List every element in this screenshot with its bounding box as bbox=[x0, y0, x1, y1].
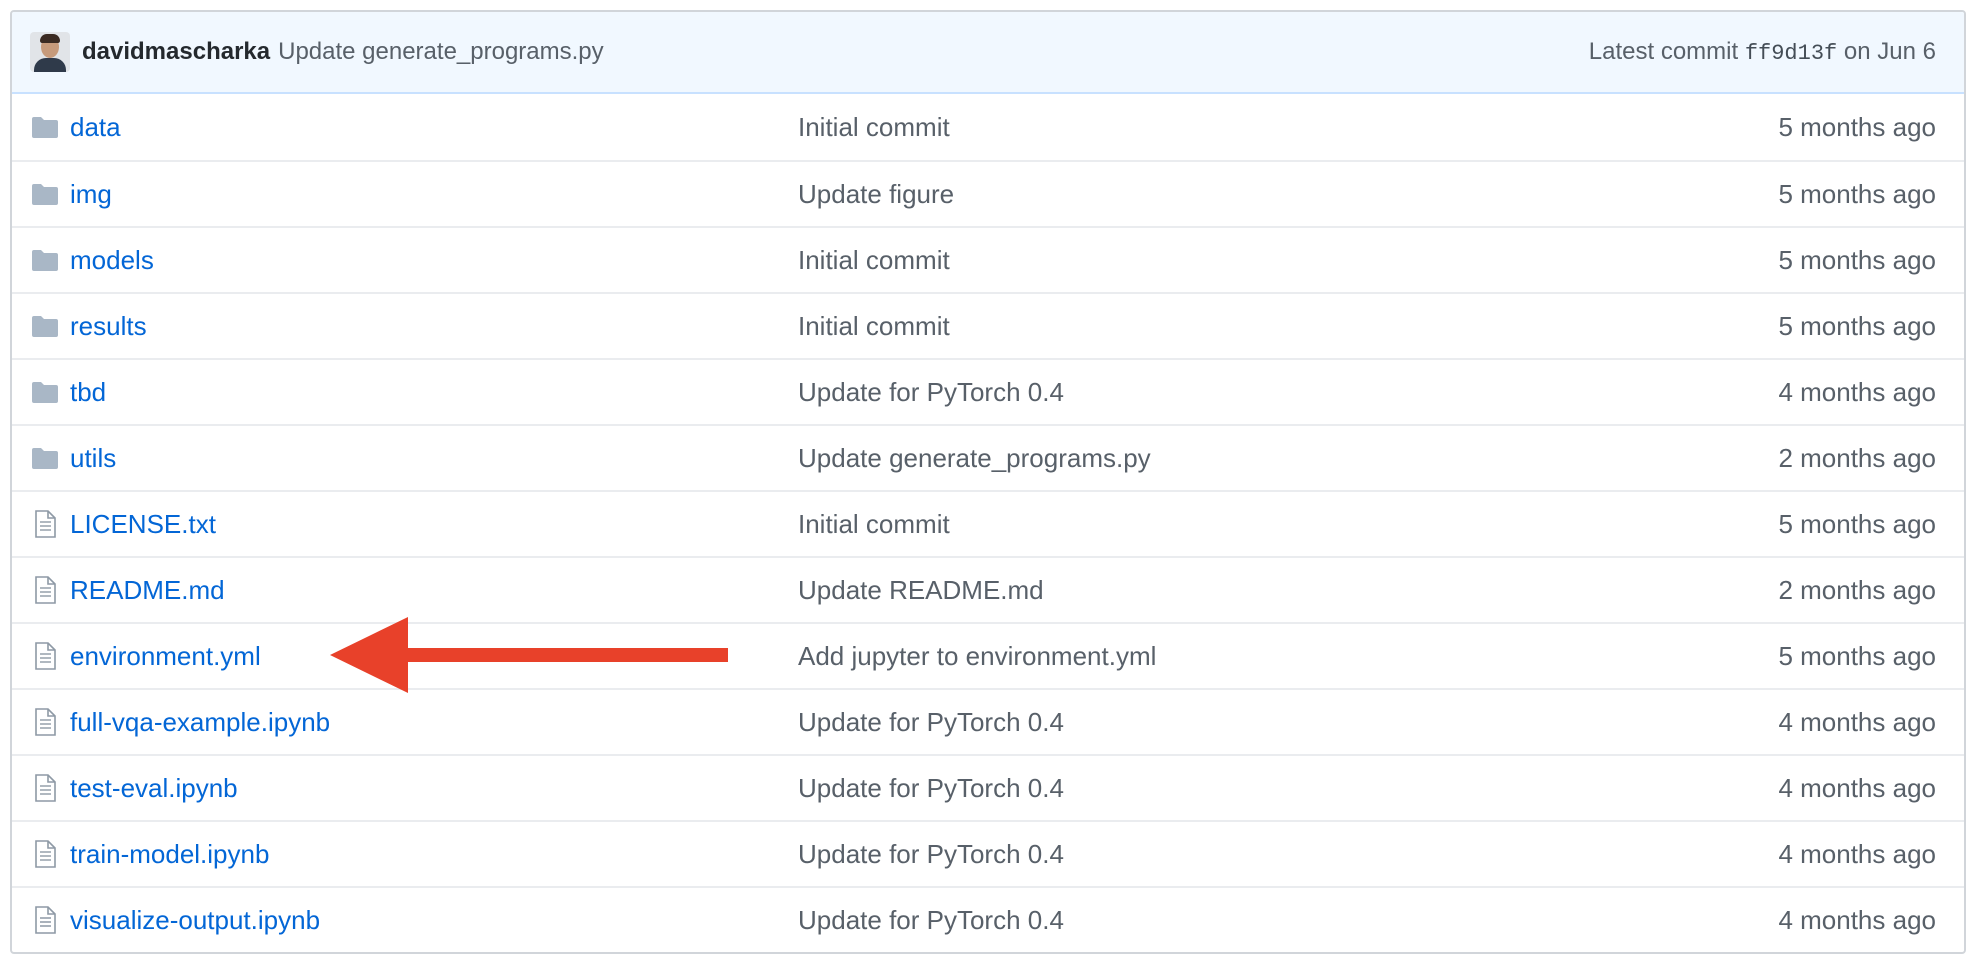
commit-message-link[interactable]: Update figure bbox=[798, 179, 1778, 210]
file-table: davidmascharka Update generate_programs.… bbox=[10, 10, 1966, 954]
commit-age: 4 months ago bbox=[1778, 904, 1936, 935]
folder-icon bbox=[30, 179, 60, 209]
file-row: tbd Update for PyTorch 0.4 4 months ago bbox=[12, 358, 1964, 424]
commit-message-link[interactable]: Initial commit bbox=[798, 245, 1778, 276]
file-name-link[interactable]: full-vqa-example.ipynb bbox=[70, 707, 810, 738]
commit-author-link[interactable]: davidmascharka bbox=[82, 38, 270, 66]
commit-age: 5 months ago bbox=[1778, 640, 1936, 671]
file-name-cell: data bbox=[30, 112, 798, 143]
file-name-cell: utils bbox=[30, 443, 798, 474]
commit-age: 2 months ago bbox=[1778, 574, 1936, 605]
folder-icon bbox=[30, 112, 60, 142]
file-row: LICENSE.txt Initial commit 5 months ago bbox=[12, 490, 1964, 556]
file-row: img Update figure 5 months ago bbox=[12, 160, 1964, 226]
commit-bar: davidmascharka Update generate_programs.… bbox=[12, 12, 1964, 94]
commit-message-link[interactable]: Update generate_programs.py bbox=[798, 443, 1778, 474]
file-row: visualize-output.ipynb Update for PyTorch… bbox=[12, 886, 1964, 952]
commit-message-link[interactable]: Update README.md bbox=[798, 575, 1778, 606]
file-name-cell: img bbox=[30, 179, 798, 210]
commit-age: 5 months ago bbox=[1778, 244, 1936, 275]
avatar[interactable] bbox=[30, 32, 70, 72]
commit-age: 4 months ago bbox=[1778, 772, 1936, 803]
file-icon bbox=[30, 509, 60, 539]
file-name-link[interactable]: data bbox=[70, 112, 810, 143]
commit-age: 2 months ago bbox=[1778, 442, 1936, 473]
file-name-cell: test-eval.ipynb bbox=[30, 773, 798, 804]
file-name-cell: visualize-output.ipynb bbox=[30, 905, 798, 936]
file-row: results Initial commit 5 months ago bbox=[12, 292, 1964, 358]
commit-age: 5 months ago bbox=[1778, 178, 1936, 209]
file-icon bbox=[30, 641, 60, 671]
file-name-cell: results bbox=[30, 311, 798, 342]
file-icon bbox=[30, 839, 60, 869]
file-name-link[interactable]: LICENSE.txt bbox=[70, 509, 810, 540]
file-name-cell: README.md bbox=[30, 575, 798, 606]
commit-age: 4 months ago bbox=[1778, 706, 1936, 737]
latest-commit-info: Latest commit ff9d13f on Jun 6 bbox=[1589, 38, 1936, 66]
file-row: README.md Update README.md 2 months ago bbox=[12, 556, 1964, 622]
folder-icon bbox=[30, 377, 60, 407]
commit-age: 5 months ago bbox=[1778, 508, 1936, 539]
file-name-link[interactable]: train-model.ipynb bbox=[70, 839, 810, 870]
file-list: data Initial commit 5 months ago img Update … bbox=[12, 94, 1964, 952]
file-name-cell: environment.yml bbox=[30, 641, 798, 672]
folder-icon bbox=[30, 245, 60, 275]
file-name-link[interactable]: test-eval.ipynb bbox=[70, 773, 810, 804]
file-name-link[interactable]: tbd bbox=[70, 377, 810, 408]
file-row: full-vqa-example.ipynb Update for PyTorch… bbox=[12, 688, 1964, 754]
file-name-cell: tbd bbox=[30, 377, 798, 408]
commit-message-link[interactable]: Update for PyTorch 0.4 bbox=[798, 773, 1778, 804]
file-icon bbox=[30, 575, 60, 605]
commit-message-link[interactable]: Update for PyTorch 0.4 bbox=[798, 707, 1778, 738]
commit-sha-link[interactable]: ff9d13f bbox=[1745, 41, 1837, 66]
file-name-link[interactable]: README.md bbox=[70, 575, 810, 606]
commit-message-link[interactable]: Update generate_programs.py bbox=[278, 38, 604, 66]
file-name-link[interactable]: img bbox=[70, 179, 810, 210]
file-row: data Initial commit 5 months ago bbox=[12, 94, 1964, 160]
file-name-cell: train-model.ipynb bbox=[30, 839, 798, 870]
commit-message-link[interactable]: Add jupyter to environment.yml bbox=[798, 641, 1778, 672]
commit-age: 5 months ago bbox=[1778, 310, 1936, 341]
commit-message-link[interactable]: Update for PyTorch 0.4 bbox=[798, 377, 1778, 408]
commit-message-link[interactable]: Update for PyTorch 0.4 bbox=[798, 905, 1778, 936]
file-name-link[interactable]: visualize-output.ipynb bbox=[70, 905, 810, 936]
file-row: train-model.ipynb Update for PyTorch 0.4 4… bbox=[12, 820, 1964, 886]
folder-icon bbox=[30, 443, 60, 473]
commit-message-link[interactable]: Update for PyTorch 0.4 bbox=[798, 839, 1778, 870]
file-name-link[interactable]: environment.yml bbox=[70, 641, 810, 672]
file-row: test-eval.ipynb Update for PyTorch 0.4 4 m… bbox=[12, 754, 1964, 820]
file-row: environment.yml Add jupyter to environmen… bbox=[12, 622, 1964, 688]
commit-message-link[interactable]: Initial commit bbox=[798, 509, 1778, 540]
folder-icon bbox=[30, 311, 60, 341]
file-row: models Initial commit 5 months ago bbox=[12, 226, 1964, 292]
file-name-cell: models bbox=[30, 245, 798, 276]
file-name-cell: full-vqa-example.ipynb bbox=[30, 707, 798, 738]
commit-date: on Jun 6 bbox=[1843, 38, 1936, 65]
page: davidmascharka Update generate_programs.… bbox=[0, 0, 1978, 968]
file-name-link[interactable]: results bbox=[70, 311, 810, 342]
file-name-link[interactable]: models bbox=[70, 245, 810, 276]
file-name-link[interactable]: utils bbox=[70, 443, 810, 474]
file-row: utils Update generate_programs.py 2 months… bbox=[12, 424, 1964, 490]
latest-commit-label: Latest commit bbox=[1588, 38, 1739, 65]
file-icon bbox=[30, 905, 60, 935]
file-name-cell: LICENSE.txt bbox=[30, 509, 798, 540]
commit-age: 4 months ago bbox=[1778, 376, 1936, 407]
commit-message-link[interactable]: Initial commit bbox=[798, 311, 1778, 342]
commit-age: 5 months ago bbox=[1778, 111, 1936, 142]
file-icon bbox=[30, 773, 60, 803]
file-icon bbox=[30, 707, 60, 737]
commit-message-link[interactable]: Initial commit bbox=[798, 112, 1778, 143]
commit-age: 4 months ago bbox=[1778, 838, 1936, 869]
